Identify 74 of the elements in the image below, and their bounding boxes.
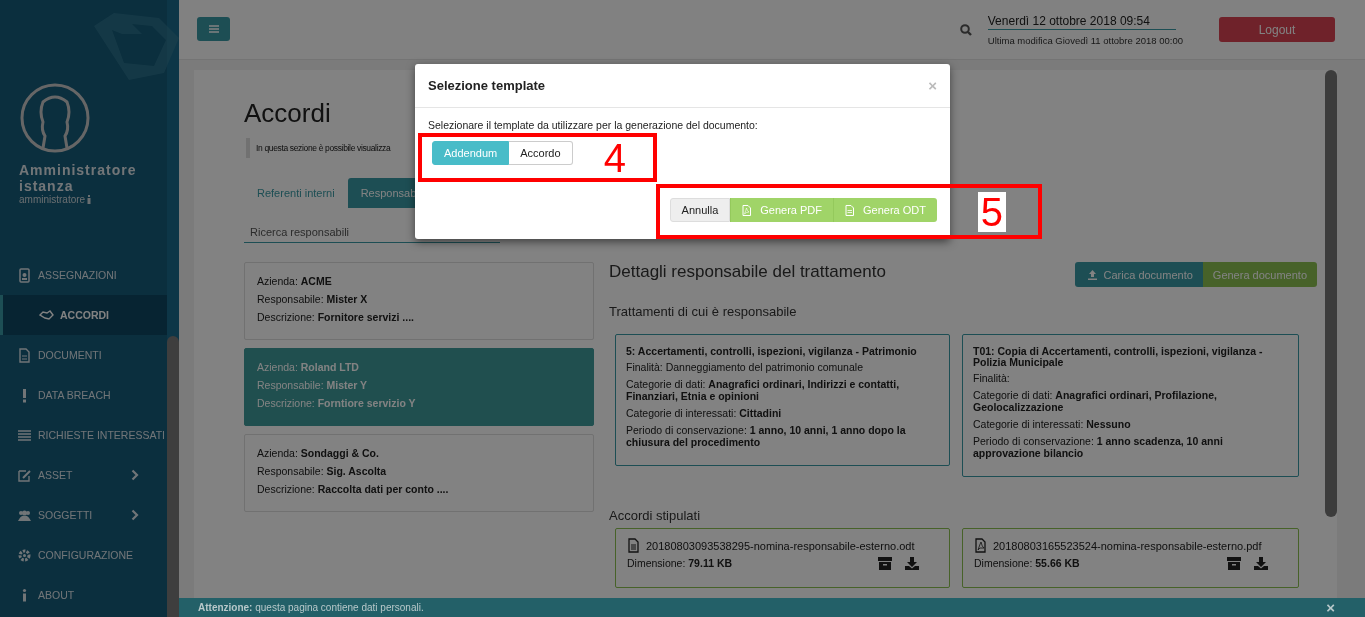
logout-button[interactable]: Logout bbox=[1219, 17, 1335, 42]
responsible-card[interactable]: Azienda: Sondaggi & Co. Responsabile: Sig. Ascolta Descrizione: Raccolta dati per conto .... bbox=[244, 434, 594, 512]
sidebar-item[interactable]: DOCUMENTI bbox=[0, 335, 167, 375]
page-title: Accordi bbox=[244, 98, 331, 128]
card-text: Descrizione: Forntiore servizio Y bbox=[257, 396, 417, 411]
upload-icon bbox=[1086, 269, 1098, 280]
dialog-text: Selezionare il template da utilizzare per la generazione del documento: bbox=[428, 119, 759, 131]
card-text: Azienda: ACME bbox=[257, 274, 333, 289]
section-subtitle: Trattamenti di cui è responsabile bbox=[609, 304, 798, 319]
download-icon[interactable] bbox=[1254, 557, 1268, 570]
file-icon bbox=[845, 204, 855, 216]
card-text: Responsabile: Sig. Ascolta bbox=[257, 464, 388, 479]
action-button[interactable]: Carica documento bbox=[1074, 262, 1203, 287]
search-field[interactable]: Ricerca responsabili bbox=[244, 221, 500, 243]
avatar-icon bbox=[19, 82, 91, 154]
card-text: Responsabile: Mister X bbox=[257, 292, 369, 307]
file-name[interactable]: 20180803165523524-nomina-responsabile-esterno.pdf bbox=[993, 539, 1262, 552]
scrollbar-thumb[interactable] bbox=[1325, 70, 1337, 517]
sidebar-item[interactable]: CONFIGURAZIONE bbox=[0, 535, 167, 575]
file-size: Dimensione: 79.11 KB bbox=[627, 557, 733, 570]
last-modified-text: Ultima modifica Giovedì 11 ottobre 2018 00:00 bbox=[987, 34, 1183, 46]
info-icon[interactable] bbox=[87, 195, 92, 204]
action-button[interactable]: Genera documento bbox=[1202, 262, 1317, 287]
close-button[interactable]: × bbox=[1326, 599, 1335, 616]
treatment-detail: Categorie di interessati: Nessuno bbox=[973, 418, 1132, 430]
generate-button[interactable]: Genera PDF bbox=[730, 198, 834, 222]
section-subtitle: Accordi stipulati bbox=[609, 508, 702, 523]
responsible-card[interactable]: Azienda: Roland LTD Responsabile: Mister Y Descrizione: Forntiore servizio Y bbox=[244, 348, 594, 426]
card-text: Descrizione: Raccolta dati per conto .... bbox=[257, 482, 450, 497]
sidebar-item[interactable]: RICHIESTE INTERESSATI bbox=[0, 415, 167, 455]
archive-icon[interactable] bbox=[1227, 557, 1241, 570]
sidebar-item[interactable]: SOGGETTI bbox=[0, 495, 167, 535]
dialog-title: Selezione template bbox=[428, 78, 546, 93]
template-option[interactable]: Addendum bbox=[432, 141, 510, 165]
template-option[interactable]: Accordo bbox=[509, 141, 573, 165]
treatment-detail: Periodo di conservazione: 1 anno scadenza, 10 anni approvazione bilancio bbox=[973, 435, 1224, 459]
sidebar-item[interactable]: ACCORDI bbox=[0, 295, 167, 335]
pdf-file-icon bbox=[742, 204, 752, 216]
treatment-title: T01: Copia di Accertamenti, controlli, ispezioni, vigilanza - Polizia Municipale bbox=[973, 346, 1264, 368]
treatment-detail: Finalità: Danneggiamento del patrimonio comunale bbox=[626, 361, 864, 373]
file-size: Dimensione: 55.66 KB bbox=[974, 557, 1080, 570]
current-datetime: Venerdì 12 ottobre 2018 09:54 bbox=[987, 13, 1176, 30]
intro-text: In questa sezione è possibile visualizza bbox=[246, 138, 397, 158]
user-role: amministratore bbox=[19, 194, 86, 205]
scrollbar-thumb[interactable] bbox=[167, 336, 179, 617]
sidebar-item[interactable]: DATA BREACH bbox=[0, 375, 167, 415]
file-icon bbox=[974, 538, 987, 553]
card-text: Descrizione: Fornitore servizi .... bbox=[257, 310, 415, 325]
treatment-detail: Periodo di conservazione: 1 anno, 10 anni, 1 anno dopo la chiusura del procedimento bbox=[626, 424, 907, 448]
close-button[interactable]: × bbox=[928, 77, 937, 94]
sidebar-item[interactable]: ABOUT bbox=[0, 575, 167, 615]
treatment-detail: Categorie di dati: Anagrafici ordinari, Indirizzi e contatti, Finanziari, Etnia e opinioni bbox=[626, 378, 901, 402]
responsible-card[interactable]: Azienda: ACME Responsabile: Mister X Descrizione: Fornitore servizi .... bbox=[244, 262, 594, 340]
user-name: Amministratore istanza bbox=[19, 162, 138, 194]
file-icon bbox=[627, 538, 640, 553]
sidebar-item[interactable]: ASSET bbox=[0, 455, 167, 495]
file-name[interactable]: 20180803093538295-nomina-responsabile-esterno.odt bbox=[646, 539, 915, 552]
menu-button[interactable] bbox=[197, 16, 230, 41]
sidebar-item[interactable]: ASSEGNAZIONI bbox=[0, 255, 167, 295]
treatment-title: 5: Accertamenti, controlli, ispezioni, vigilanza - Patrimonio bbox=[626, 346, 918, 357]
treatment-detail: Categorie di interessati: Cittadini bbox=[626, 407, 783, 419]
warning-text: Attenzione: questa pagina contiene dati personali. bbox=[198, 602, 424, 613]
treatment-detail: Categorie di dati: Anagrafici ordinari, Profilazione, Geolocalizzazione bbox=[973, 389, 1218, 413]
tab[interactable]: Referenti interni bbox=[244, 178, 348, 208]
treatment-detail: Finalità: bbox=[973, 372, 1011, 384]
generate-button[interactable]: Genera ODT bbox=[833, 198, 937, 222]
card-text: Azienda: Roland LTD bbox=[257, 360, 360, 375]
search-icon[interactable] bbox=[959, 23, 972, 36]
section-title: Dettagli responsabile del trattamento bbox=[609, 262, 886, 282]
download-icon[interactable] bbox=[905, 557, 919, 570]
archive-icon[interactable] bbox=[878, 557, 892, 570]
card-text: Responsabile: Mister Y bbox=[257, 378, 369, 393]
cancel-button[interactable]: Annulla bbox=[669, 198, 731, 222]
card-text: Azienda: Sondaggi & Co. bbox=[257, 446, 380, 461]
